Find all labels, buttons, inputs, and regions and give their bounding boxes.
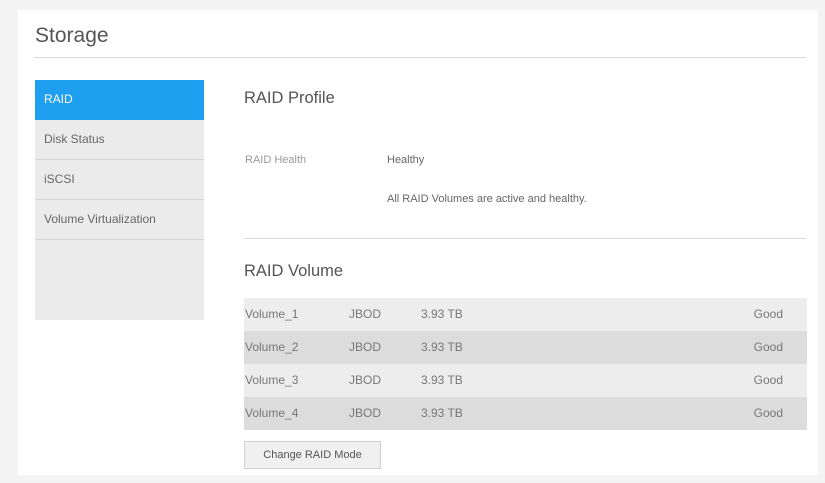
title-divider [34,57,806,58]
volume-size: 3.93 TB [421,340,463,354]
table-row[interactable]: Volume_3 JBOD 3.93 TB Good [244,364,807,397]
volume-status: Good [753,340,783,354]
raid-volume-title: RAID Volume [244,262,344,280]
volume-type: JBOD [349,340,382,354]
volume-name: Volume_3 [245,373,299,387]
table-row[interactable]: Volume_4 JBOD 3.93 TB Good [244,397,807,430]
section-divider [244,238,806,239]
volume-size: 3.93 TB [421,373,463,387]
volume-name: Volume_1 [245,307,299,321]
volume-size: 3.93 TB [421,406,463,420]
volume-name: Volume_4 [245,406,299,420]
volume-status: Good [753,373,783,387]
sidebar-item-disk-status[interactable]: Disk Status [35,120,204,160]
raid-health-label: RAID Health [245,154,307,166]
volume-size: 3.93 TB [421,307,463,321]
volume-type: JBOD [349,406,382,420]
volume-type: JBOD [349,307,382,321]
volume-name: Volume_2 [245,340,299,354]
raid-profile-title: RAID Profile [244,89,335,107]
sidebar-item-raid[interactable]: RAID [35,80,204,120]
volume-type: JBOD [349,373,382,387]
sidebar: RAID Disk Status iSCSI Volume Virtualiza… [35,80,204,320]
table-row[interactable]: Volume_1 JBOD 3.93 TB Good [244,298,807,331]
volume-status: Good [753,307,783,321]
sidebar-item-volume-virtualization[interactable]: Volume Virtualization [35,200,204,240]
table-row[interactable]: Volume_2 JBOD 3.93 TB Good [244,331,807,364]
page-title: Storage [35,24,109,47]
sidebar-item-iscsi[interactable]: iSCSI [35,160,204,200]
change-raid-mode-button[interactable]: Change RAID Mode [244,441,381,469]
volume-status: Good [753,406,783,420]
raid-health-message: All RAID Volumes are active and healthy. [387,193,587,205]
raid-health-value: Healthy [387,154,425,166]
raid-volume-table: Volume_1 JBOD 3.93 TB Good Volume_2 JBOD… [244,298,807,430]
